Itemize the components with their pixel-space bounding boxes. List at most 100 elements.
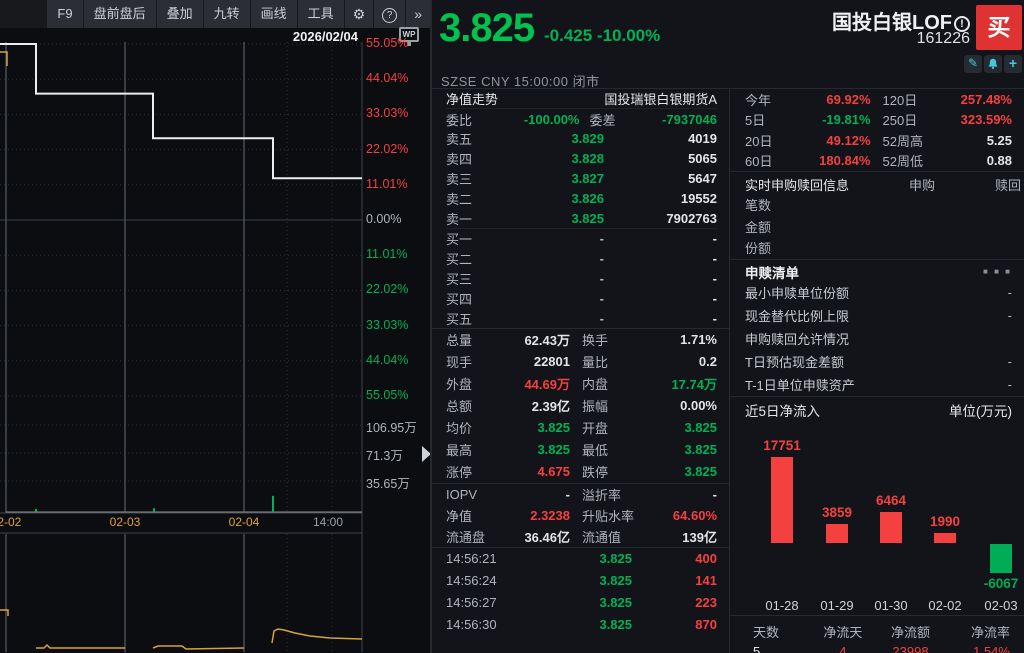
percent-tick-label: 0.00% xyxy=(366,212,428,226)
bid-level-label: 买一 xyxy=(446,229,494,248)
more-dots-icon[interactable]: ■ ■ ■ xyxy=(983,267,1012,276)
quote-panel: 3.825 -0.425 -10.00% 国投白银LOF! 161226 买 ✎… xyxy=(432,0,1024,653)
stat-value: 3.825 xyxy=(634,442,717,457)
perf-row: 今年69.92%120日257.48% xyxy=(745,89,1012,110)
perf-value: 69.92% xyxy=(789,92,871,107)
weicha-label: 委差 xyxy=(580,110,632,129)
stat-value: 0.2 xyxy=(634,354,717,369)
percent-tick-label: 11.01% xyxy=(366,177,428,191)
ask-price: 3.827 xyxy=(494,171,604,186)
price-change: -0.425 -10.00% xyxy=(544,26,660,46)
inflow-bar xyxy=(771,457,793,543)
ask-queue: 卖五3.8294019卖四3.8285065卖三3.8275647卖二3.826… xyxy=(446,129,717,228)
tick-volume: 223 xyxy=(632,595,717,610)
percent-tick-label: 33.03% xyxy=(366,318,428,332)
percent-tick-label: 55.05% xyxy=(366,388,428,402)
percent-tick-label: 44.04% xyxy=(366,71,428,85)
bid-row: 买二-- xyxy=(446,249,717,269)
ask-level-label: 卖一 xyxy=(446,209,494,228)
performance-section: 今年69.92%120日257.48%5日-19.81%250日323.59%2… xyxy=(731,89,1024,172)
order-book-column: 净值走势 国投瑞银白银期货A 委比 -100.00% 委差 -7937046 卖… xyxy=(432,89,729,653)
subscribe-row: 金额 xyxy=(745,216,1012,238)
time-tick-label: 02-03 xyxy=(95,515,155,529)
redeem-row-value: - xyxy=(1008,377,1012,392)
bid-volume: - xyxy=(604,311,717,326)
net-inflow-summary: 天数净流天净流额净流率54239981.54% xyxy=(731,616,1024,653)
subscribe-row: 笔数 xyxy=(745,194,1012,216)
weicha-value: -7937046 xyxy=(632,112,718,127)
perf-value: 257.48% xyxy=(931,92,1013,107)
weibi-label: 委比 xyxy=(446,110,494,129)
iopv-value: 64.60% xyxy=(648,508,717,523)
iopv-value: 139亿 xyxy=(648,527,717,546)
perf-label: 120日 xyxy=(871,90,931,109)
nav-trend-link[interactable]: 净值走势 xyxy=(446,89,604,108)
stat-label: 总额 xyxy=(446,396,498,415)
ask-row: 卖四3.8285065 xyxy=(446,149,717,169)
net-inflow-x-labels: 01-2801-2901-3002-0202-03 xyxy=(745,597,1012,615)
tick-time: 14:56:24 xyxy=(446,573,536,588)
inflow-bar xyxy=(826,524,848,543)
tick-time: 14:56:21 xyxy=(446,551,536,566)
stat-label: 涨停 xyxy=(446,462,498,481)
iopv: 净值2.3238升贴水率64.60% xyxy=(446,505,717,526)
subscribe-redeem-section: 实时申购赎回信息 申购 赎回 笔数金额份额 xyxy=(731,172,1024,260)
ask-volume: 5647 xyxy=(604,171,717,186)
stat-value: 44.69万 xyxy=(498,374,570,393)
bid-queue: 买一--买二--买三--买四--买五-- xyxy=(446,229,717,328)
inflow-footer-value: 4 xyxy=(809,644,877,653)
time-tick-label: 02-04 xyxy=(214,515,274,529)
net-inflow-title: 近5日净流入 xyxy=(745,400,949,420)
bid-row: 买一-- xyxy=(446,229,717,249)
perf-label: 今年 xyxy=(745,90,789,109)
iopv-section: IOPV-溢折率-净值2.3238升贴水率64.60%流通盘36.46亿流通值1… xyxy=(432,484,729,548)
time-tick-label: 02-02 xyxy=(0,515,36,529)
subscribe-row-label: 份额 xyxy=(745,238,840,257)
buy-button[interactable]: 买 xyxy=(976,5,1022,50)
iopv-label: 流通值 xyxy=(570,527,648,546)
perf-value: -19.81% xyxy=(789,112,871,127)
iopv-value: 36.46亿 xyxy=(504,527,570,546)
stat-label: 换手 xyxy=(570,330,634,349)
add-plus-icon[interactable]: + xyxy=(1004,55,1022,73)
stat-value: 1.71% xyxy=(634,332,717,347)
tick-row: 14:56:243.825141 xyxy=(446,570,717,592)
bid-level-label: 买四 xyxy=(446,289,494,308)
ask-level-label: 卖四 xyxy=(446,149,494,168)
tick-volume: 870 xyxy=(632,617,717,632)
net-inflow-bar-chart: 17751385964641990-6067 xyxy=(745,421,1012,597)
stat-value: 3.825 xyxy=(634,464,717,479)
redeem-row-label: 申购赎回允许情况 xyxy=(745,329,1012,348)
inflow-x-label: 02-02 xyxy=(915,598,975,613)
left-chart-region: F9 盘前盘后 叠加 九转 画线 工具 ⚙ ? » 2026/02/04 WP … xyxy=(0,0,430,653)
redeem-row: T-1日单位申赎资产- xyxy=(745,373,1012,396)
stat-label: 振幅 xyxy=(570,396,634,415)
percent-tick-label: 33.03% xyxy=(366,106,428,120)
bid-level-label: 买三 xyxy=(446,269,494,288)
subscribe-row-label: 笔数 xyxy=(745,195,840,214)
inflow-bar-value: 17751 xyxy=(750,438,814,453)
redeem-row: 最小申赎单位份额- xyxy=(745,281,1012,304)
ask-price: 3.825 xyxy=(494,211,604,226)
tick-time: 14:56:30 xyxy=(446,617,536,632)
redeem-row: 申购赎回允许情况 xyxy=(745,327,1012,350)
stat-label: 最高 xyxy=(446,440,498,459)
subscribe-rows: 笔数金额份额 xyxy=(745,194,1012,259)
stat: 涨停4.675跌停3.825 xyxy=(446,461,717,483)
stat: 最高3.825最低3.825 xyxy=(446,439,717,461)
ask-row: 卖二3.82619552 xyxy=(446,188,717,208)
inflow-bar-value: 6464 xyxy=(859,493,923,508)
perf-label: 52周低 xyxy=(871,151,931,170)
redeem-row-value: - xyxy=(1008,308,1012,323)
edit-pencil-icon[interactable]: ✎ xyxy=(964,55,982,73)
ask-volume: 4019 xyxy=(604,131,717,146)
alert-bell-icon[interactable] xyxy=(984,55,1002,73)
ask-level-label: 卖三 xyxy=(446,169,494,188)
perf-label: 20日 xyxy=(745,131,789,150)
inflow-bar xyxy=(990,544,1012,573)
percent-tick-label: 44.04% xyxy=(366,353,428,367)
iopv-value: - xyxy=(504,487,570,502)
perf-value: 5.25 xyxy=(931,133,1013,148)
tick-price: 3.825 xyxy=(536,551,632,566)
stats-section: 总量62.43万换手1.71%现手22801量比0.2外盘44.69万内盘17.… xyxy=(432,329,729,484)
